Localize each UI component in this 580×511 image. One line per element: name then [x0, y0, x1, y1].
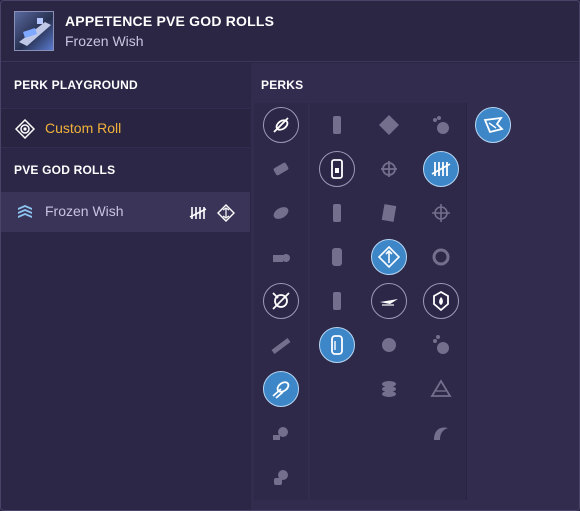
perk-mag-d-icon[interactable] [319, 239, 355, 275]
swirl-icon[interactable] [371, 327, 407, 363]
target-dot-icon [14, 118, 36, 140]
perk-barrel-a-icon[interactable] [263, 107, 299, 143]
arrows-icon[interactable] [371, 239, 407, 275]
page-subtitle: Frozen Wish [65, 33, 144, 49]
chevron-rank-icon [15, 202, 35, 222]
tally-icon[interactable] [423, 151, 459, 187]
diamond-perk-icon [217, 204, 235, 222]
coins-icon[interactable] [371, 371, 407, 407]
target-icon[interactable] [423, 195, 459, 231]
perk-mag-e-icon[interactable] [319, 283, 355, 319]
ring-icon[interactable] [423, 239, 459, 275]
pve-god-rolls-heading: PVE GOD ROLLS [14, 163, 116, 177]
perk-barrel-c-icon[interactable] [263, 195, 299, 231]
perk-barrel-h-icon[interactable] [263, 415, 299, 451]
tally-icon [189, 204, 207, 222]
custom-roll-label: Custom Roll [45, 120, 122, 136]
perk-column-trait-one [362, 103, 416, 500]
perk-playground-heading: PERK PLAYGROUND [14, 78, 138, 92]
perks-heading: PERKS [261, 78, 304, 92]
perk-barrel-d-icon[interactable] [263, 239, 299, 275]
header: APPETENCE PVE GOD ROLLS Frozen Wish [1, 1, 579, 62]
sidebar: PERK PLAYGROUND Custom Roll PVE GOD ROLL… [1, 63, 250, 510]
triangle-icon[interactable] [423, 371, 459, 407]
perk-column-trait-two [414, 103, 468, 500]
wing-icon[interactable] [475, 107, 511, 143]
perk-barrel-g-icon[interactable] [263, 371, 299, 407]
perk-barrel-i-icon[interactable] [263, 459, 299, 495]
perk-barrel-e-icon[interactable] [263, 283, 299, 319]
perk-mag-a-icon[interactable] [319, 107, 355, 143]
app-frame: APPETENCE PVE GOD ROLLS Frozen Wish PERK… [0, 0, 580, 511]
custom-roll-item[interactable]: Custom Roll [1, 108, 250, 148]
perk-mag-c-icon[interactable] [319, 195, 355, 231]
perks-panel: PERKS [251, 63, 579, 510]
crosshair-icon[interactable] [371, 151, 407, 187]
perk-barrel-f-icon[interactable] [263, 327, 299, 363]
perk-mag-f-icon[interactable] [319, 327, 355, 363]
paw-icon[interactable] [423, 107, 459, 143]
skull-icon[interactable] [371, 107, 407, 143]
perk-mag-b-icon[interactable] [319, 151, 355, 187]
weapon-thumbnail-icon [14, 11, 54, 51]
flame-shield-icon[interactable] [423, 283, 459, 319]
perk-column-origin [466, 103, 520, 500]
card-icon[interactable] [371, 195, 407, 231]
speed-icon[interactable] [371, 283, 407, 319]
perk-column-magazines [310, 103, 364, 500]
god-roll-label: Frozen Wish [45, 203, 124, 219]
perk-column-barrels [254, 103, 308, 500]
perk-barrel-b-icon[interactable] [263, 151, 299, 187]
god-roll-item-frozen-wish[interactable]: Frozen Wish [1, 192, 250, 232]
wave-icon[interactable] [423, 415, 459, 451]
paw-icon-2[interactable] [423, 327, 459, 363]
page-title: APPETENCE PVE GOD ROLLS [65, 13, 275, 29]
